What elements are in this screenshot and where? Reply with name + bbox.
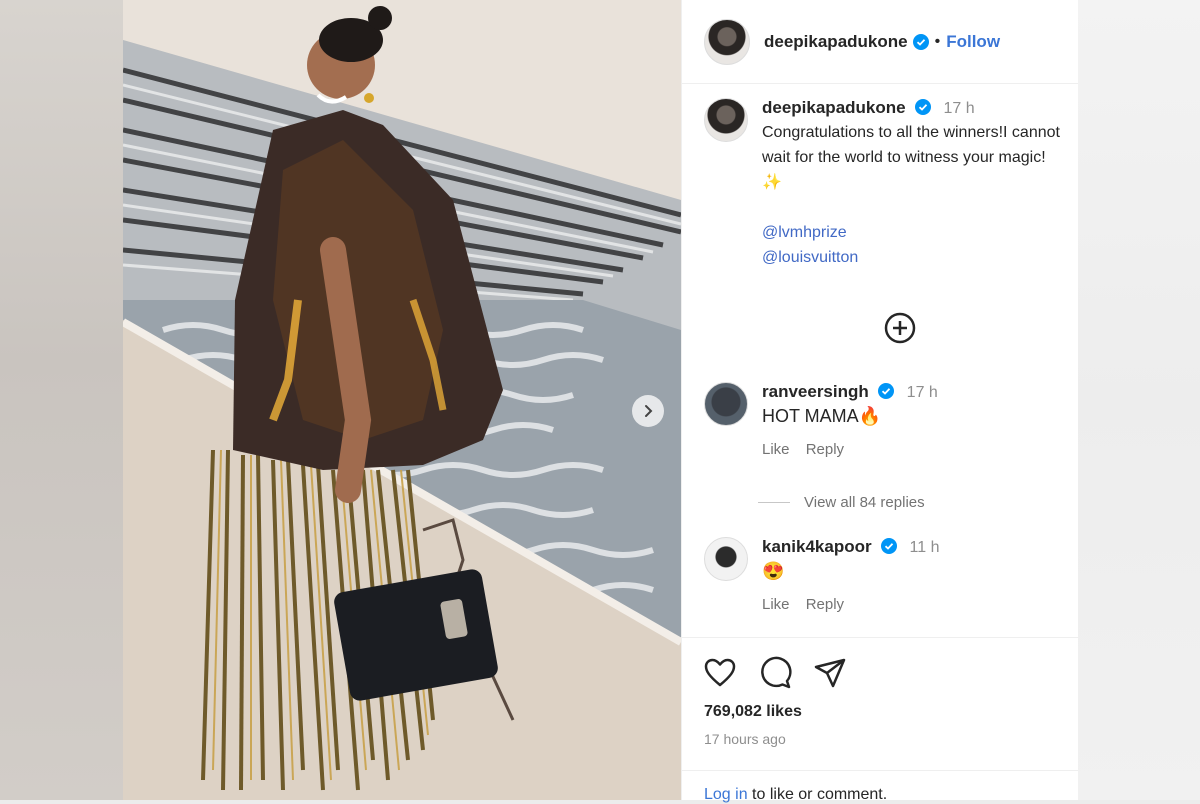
post-sidebar: deepikapadukone • Follow deepikapadukone… (681, 0, 1078, 803)
background-blur-left (0, 0, 123, 800)
reply-button[interactable]: Reply (806, 596, 844, 613)
post-photo[interactable] (123, 0, 681, 800)
comment-item: ranveersingh 17 h HOT MAMA🔥 Like Reply (704, 382, 1064, 458)
chevron-right-icon (645, 405, 653, 417)
comment-text: 😍 (762, 561, 785, 581)
comment-item: kanik4kapoor 11 h 😍 Like Reply (704, 537, 1064, 613)
author-username[interactable]: deepikapadukone (764, 32, 908, 52)
mention-louisvuitton[interactable]: @louisvuitton (762, 245, 1064, 270)
add-circle-icon[interactable] (883, 311, 917, 345)
comment-time: 11 h (909, 539, 940, 556)
caption-avatar[interactable] (704, 98, 748, 142)
caption-time: 17 h (943, 100, 975, 117)
login-prompt: Log in to like or comment. (704, 786, 887, 804)
verified-icon (912, 33, 929, 50)
verified-icon (881, 538, 898, 554)
view-replies-button[interactable]: View all 84 replies (758, 494, 925, 511)
verified-icon (915, 99, 932, 115)
login-link[interactable]: Log in (704, 786, 748, 803)
comment-icon[interactable] (758, 656, 792, 690)
commenter-avatar[interactable] (704, 537, 748, 581)
like-comment-button[interactable]: Like (762, 596, 790, 613)
post-time: 17 hours ago (704, 731, 786, 747)
login-text: to like or comment. (747, 786, 888, 803)
comment-time: 17 h (906, 384, 938, 401)
author-avatar[interactable] (704, 18, 750, 65)
post-header: deepikapadukone • Follow (682, 0, 1078, 84)
photo-illustration (123, 0, 681, 800)
next-image-button[interactable] (632, 395, 664, 427)
likes-count[interactable]: 769,082 likes (704, 703, 802, 721)
comment-text: HOT MAMA🔥 (762, 406, 882, 426)
caption-text: Congratulations to all the winners!I can… (762, 124, 1060, 191)
background-blur-right (1077, 0, 1200, 800)
commenter-username[interactable]: ranveersingh (762, 382, 869, 401)
view-replies-label: View all 84 replies (804, 494, 925, 511)
login-divider (682, 770, 1078, 771)
separator-dot: • (934, 32, 941, 50)
heart-icon[interactable] (703, 656, 737, 690)
caption-username[interactable]: deepikapadukone (762, 98, 906, 117)
commenter-username[interactable]: kanik4kapoor (762, 537, 872, 556)
post-caption: deepikapadukone 17 h Congratulations to … (704, 98, 1064, 270)
share-icon[interactable] (813, 656, 847, 690)
mention-lvmhprize[interactable]: @lvmhprize (762, 220, 1064, 245)
verified-icon (878, 383, 895, 399)
like-comment-button[interactable]: Like (762, 441, 790, 458)
replies-divider (758, 502, 790, 503)
follow-button[interactable]: Follow (946, 32, 1000, 52)
commenter-avatar[interactable] (704, 382, 748, 426)
reply-button[interactable]: Reply (806, 441, 844, 458)
actions-divider (682, 637, 1078, 638)
